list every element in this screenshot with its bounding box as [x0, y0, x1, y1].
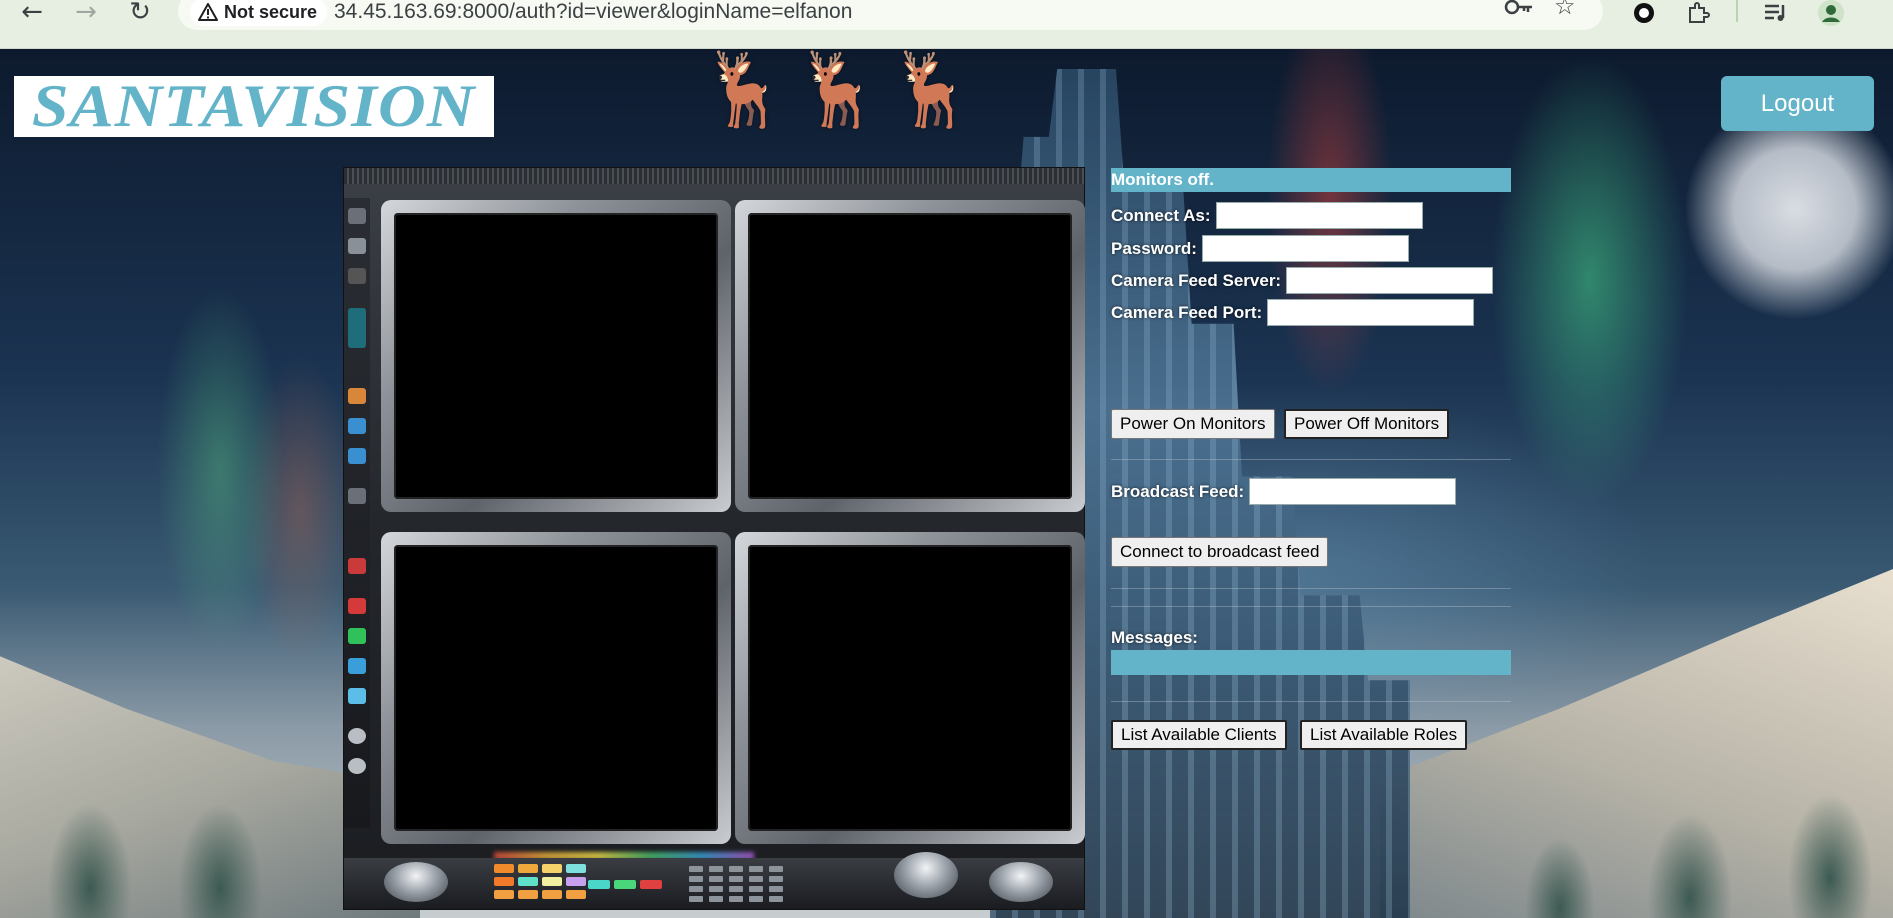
monitor-display	[394, 213, 718, 499]
reload-icon[interactable]: ↻	[120, 0, 160, 26]
key-icon[interactable]	[1504, 0, 1534, 24]
console-knob	[894, 852, 958, 898]
side-button	[348, 238, 366, 254]
broadcast-feed-row: Broadcast Feed:	[1111, 478, 1457, 505]
side-button	[348, 208, 366, 224]
playlist-icon[interactable]	[1760, 0, 1792, 28]
list-roles-button[interactable]: List Available Roles	[1300, 720, 1468, 750]
console-vent	[344, 168, 1084, 184]
password-row: Password:	[1111, 235, 1409, 262]
url-text[interactable]: 34.45.163.69:8000/auth?id=viewer&loginNa…	[334, 0, 852, 24]
monitor-screen	[735, 532, 1085, 844]
profile-icon[interactable]	[1815, 0, 1847, 28]
monitor-display	[748, 213, 1072, 499]
divider	[1111, 459, 1511, 460]
address-bar[interactable]: Not secure 34.45.163.69:8000/auth?id=vie…	[178, 0, 1603, 30]
grey-keypad	[689, 866, 783, 902]
camera-server-input[interactable]	[1286, 267, 1494, 294]
back-icon[interactable]: ←	[12, 0, 52, 26]
side-button	[348, 558, 366, 574]
divider	[1111, 701, 1511, 702]
divider	[1111, 606, 1511, 607]
console-side-panel	[344, 198, 370, 828]
camera-port-label: Camera Feed Port:	[1111, 302, 1263, 322]
password-label: Password:	[1111, 238, 1197, 258]
color-keypad	[588, 880, 662, 889]
messages-area	[1111, 650, 1511, 675]
camera-server-row: Camera Feed Server:	[1111, 267, 1494, 294]
monitor-status: Monitors off.	[1111, 168, 1511, 192]
side-button	[348, 688, 366, 704]
console-control-deck	[344, 852, 1084, 909]
side-knob	[348, 728, 366, 744]
monitor-screen	[381, 200, 731, 512]
side-knob	[348, 758, 366, 774]
color-keypad	[494, 864, 586, 899]
santavision-logo: SANTAVISION	[14, 76, 494, 137]
security-chip[interactable]: Not secure	[190, 0, 328, 26]
broadcast-feed-label: Broadcast Feed:	[1111, 481, 1245, 501]
page-background: 🦌🦌🦌 SANTAVISION Logout Monitors off. Con…	[0, 49, 1893, 918]
console-knob	[384, 862, 448, 902]
monitor-display	[394, 545, 718, 831]
camera-port-input[interactable]	[1267, 299, 1475, 326]
star-icon[interactable]: ☆	[1554, 0, 1576, 20]
side-button	[348, 628, 366, 644]
toolbar-divider	[1736, 0, 1738, 22]
reindeer-icon: 🦌🦌🦌	[700, 49, 981, 131]
side-button	[348, 418, 366, 434]
browser-toolbar: ← → ↻ Not secure 34.45.163.69:8000/auth?…	[0, 0, 1893, 49]
monitor-screen	[735, 200, 1085, 512]
logout-button[interactable]: Logout	[1721, 76, 1874, 131]
connect-as-input[interactable]	[1215, 202, 1423, 229]
side-button	[348, 268, 366, 284]
camera-port-row: Camera Feed Port:	[1111, 299, 1475, 326]
divider	[1111, 588, 1511, 589]
side-button	[348, 308, 366, 348]
connect-broadcast-button[interactable]: Connect to broadcast feed	[1111, 537, 1329, 567]
forward-icon[interactable]: →	[66, 0, 106, 26]
console-knob	[989, 862, 1053, 902]
warning-icon	[198, 3, 218, 21]
puzzle-extension-icon[interactable]	[1682, 0, 1714, 28]
security-label: Not secure	[224, 1, 318, 22]
side-button	[348, 488, 366, 504]
power-on-monitors-button[interactable]: Power On Monitors	[1111, 409, 1275, 439]
connect-as-row: Connect As:	[1111, 202, 1423, 229]
side-button	[348, 448, 366, 464]
side-button	[348, 598, 366, 614]
list-clients-button[interactable]: List Available Clients	[1111, 720, 1287, 750]
password-input[interactable]	[1201, 235, 1409, 262]
monitor-screen	[381, 532, 731, 844]
monitor-display	[748, 545, 1072, 831]
power-off-monitors-button[interactable]: Power Off Monitors	[1284, 409, 1450, 439]
side-button	[348, 388, 366, 404]
logo-text: SANTAVISION	[32, 73, 476, 139]
monitor-console	[344, 168, 1085, 909]
side-button	[348, 658, 366, 674]
broadcast-feed-input[interactable]	[1249, 478, 1457, 505]
camera-server-label: Camera Feed Server:	[1111, 270, 1282, 290]
connect-as-label: Connect As:	[1111, 205, 1211, 225]
messages-label: Messages:	[1111, 628, 1198, 647]
circle-extension-icon[interactable]	[1628, 0, 1660, 28]
